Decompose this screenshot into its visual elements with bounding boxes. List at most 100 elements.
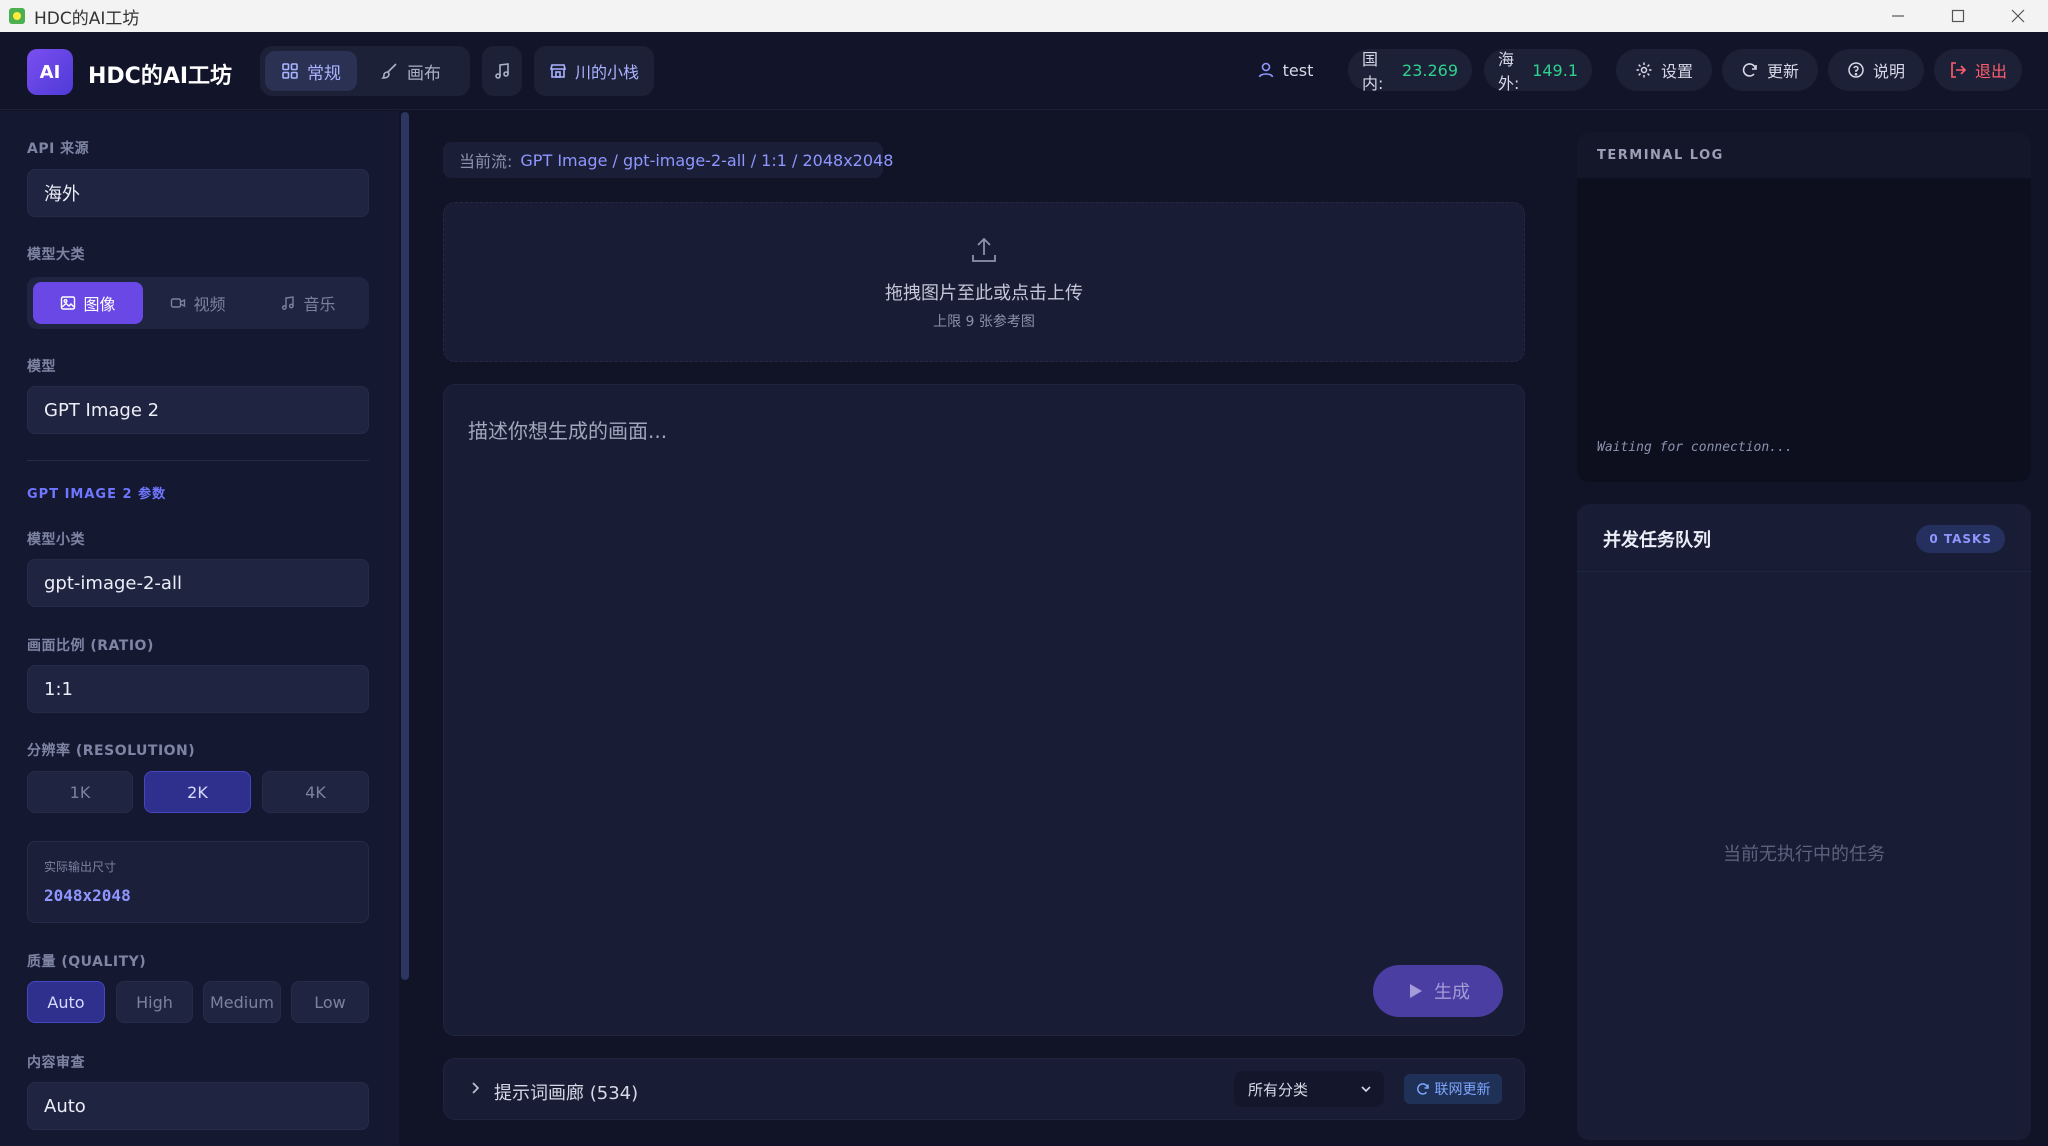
- prompt-panel: 生成: [443, 384, 1525, 1036]
- task-queue-header: 并发任务队列 0 TASKS: [1577, 504, 2031, 572]
- output-size-box: 实际输出尺寸 2048x2048: [27, 841, 369, 923]
- quality-auto-button[interactable]: Auto: [27, 981, 105, 1023]
- store-icon: [549, 64, 567, 78]
- overseas-balance: 海外: 149.1: [1484, 49, 1592, 93]
- model-label: 模型: [27, 359, 56, 375]
- category-video-label: 视频: [193, 295, 226, 314]
- upload-title: 拖拽图片至此或点击上传: [885, 283, 1083, 304]
- close-window-button[interactable]: [1988, 0, 2048, 32]
- model-category-segment: 图像 视频 音乐: [27, 277, 369, 329]
- refresh-icon: [1416, 1083, 1429, 1095]
- window-title: HDC的AI工坊: [34, 8, 140, 29]
- output-size-label: 实际输出尺寸: [44, 860, 117, 874]
- category-music-label: 音乐: [303, 295, 336, 314]
- store-label: 川的小栈: [574, 63, 639, 82]
- logout-icon: [1951, 62, 1967, 78]
- model-select[interactable]: GPT Image 2: [27, 386, 369, 434]
- resolution-4k-button[interactable]: 4K: [262, 771, 369, 813]
- category-image-button[interactable]: 图像: [33, 282, 143, 324]
- task-queue-title: 并发任务队列: [1603, 530, 1711, 551]
- category-music-button[interactable]: 音乐: [253, 282, 363, 324]
- prompt-gallery-toggle[interactable]: 提示词画廊 (534): [494, 1079, 638, 1105]
- current-flow-path: GPT Image / gpt-image-2-all / 1:1 / 2048…: [520, 150, 894, 170]
- model-category-label: 模型大类: [27, 247, 85, 263]
- image-upload-dropzone[interactable]: 拖拽图片至此或点击上传 上限 9 张参考图: [443, 202, 1525, 362]
- ratio-select[interactable]: 1:1: [27, 665, 369, 713]
- params-section-title: GPT IMAGE 2 参数: [27, 487, 167, 502]
- current-flow-breadcrumb: 当前流: GPT Image / gpt-image-2-all / 1:1 /…: [443, 142, 893, 178]
- chevron-right-icon[interactable]: [468, 1081, 482, 1095]
- quality-medium-button[interactable]: Medium: [203, 981, 281, 1023]
- grid-icon: [282, 63, 298, 79]
- user-indicator[interactable]: test: [1240, 49, 1330, 91]
- domestic-balance-value: 23.269: [1402, 60, 1458, 80]
- overseas-balance-label: 海外:: [1498, 50, 1520, 93]
- api-source-label: API 来源: [27, 141, 90, 157]
- terminal-title: TERMINAL LOG: [1577, 132, 2031, 178]
- tab-canvas[interactable]: 画布: [365, 51, 457, 91]
- music-tab-button[interactable]: [482, 46, 522, 96]
- video-icon: [171, 298, 186, 308]
- output-size-value: 2048x2048: [44, 886, 131, 905]
- submodel-label: 模型小类: [27, 532, 85, 548]
- upload-subtitle: 上限 9 张参考图: [933, 314, 1035, 330]
- category-filter-select[interactable]: 所有分类: [1234, 1071, 1384, 1107]
- music-icon: [282, 296, 295, 310]
- brush-icon: [381, 63, 397, 79]
- help-label: 说明: [1872, 62, 1905, 81]
- window-titlebar: HDC的AI工坊: [0, 0, 2048, 32]
- app-logo: AI: [27, 49, 73, 95]
- prompt-input[interactable]: [468, 415, 1498, 955]
- nav-tab-group: 常规 画布: [260, 46, 470, 96]
- upload-icon: [972, 237, 996, 262]
- logout-label: 退出: [1974, 62, 2007, 81]
- tab-general-label: 常规: [307, 63, 341, 84]
- store-button[interactable]: 川的小栈: [534, 46, 654, 96]
- minimize-button[interactable]: [1868, 0, 1928, 32]
- prompt-gallery-bar: 提示词画廊 (534) 所有分类 联网更新: [443, 1058, 1525, 1120]
- chevron-down-icon: [1361, 1086, 1371, 1093]
- minimize-icon: [1892, 15, 1904, 17]
- update-button[interactable]: 更新: [1722, 49, 1818, 91]
- quality-low-button[interactable]: Low: [291, 981, 369, 1023]
- app-icon: [9, 8, 25, 24]
- resolution-label: 分辨率 (RESOLUTION): [27, 743, 196, 759]
- current-flow-label: 当前流:: [459, 152, 513, 171]
- app-header: AI HDC的AI工坊 常规 画布 川的小栈 test 国内: 23.269 海…: [0, 32, 2048, 110]
- generate-button[interactable]: 生成: [1373, 965, 1503, 1017]
- gear-icon: [1636, 62, 1652, 78]
- sidebar-divider: [27, 460, 369, 461]
- domestic-balance: 国内: 23.269: [1348, 49, 1472, 93]
- help-button[interactable]: 说明: [1828, 49, 1924, 91]
- category-filter-value: 所有分类: [1248, 1080, 1309, 1099]
- submodel-select[interactable]: gpt-image-2-all: [27, 559, 369, 607]
- ratio-label: 画面比例 (RATIO): [27, 638, 154, 654]
- play-icon: [1410, 984, 1422, 998]
- moderation-select[interactable]: Auto: [27, 1082, 369, 1130]
- user-icon: [1258, 62, 1273, 78]
- quality-high-button[interactable]: High: [116, 981, 193, 1023]
- brand-name: HDC的AI工坊: [88, 64, 233, 89]
- task-queue-panel: 并发任务队列 0 TASKS 当前无执行中的任务: [1577, 504, 2031, 1140]
- resolution-1k-button[interactable]: 1K: [27, 771, 133, 813]
- category-video-button[interactable]: 视频: [143, 282, 253, 324]
- api-source-select[interactable]: 海外: [27, 169, 369, 217]
- domestic-balance-label: 国内:: [1362, 50, 1384, 93]
- maximize-icon: [1951, 9, 1965, 23]
- tab-canvas-label: 画布: [407, 63, 441, 84]
- logout-button[interactable]: 退出: [1934, 49, 2022, 91]
- resolution-2k-button[interactable]: 2K: [144, 771, 251, 813]
- image-icon: [61, 296, 76, 310]
- help-icon: [1848, 62, 1864, 78]
- tab-general[interactable]: 常规: [265, 51, 357, 91]
- terminal-log-panel: TERMINAL LOG Waiting for connection...: [1577, 132, 2031, 482]
- music-icon: [495, 63, 509, 79]
- task-count-badge: 0 TASKS: [1916, 525, 2005, 553]
- generate-label: 生成: [1434, 982, 1470, 1003]
- settings-button[interactable]: 设置: [1616, 49, 1712, 91]
- sidebar-scrollbar-thumb[interactable]: [401, 112, 409, 980]
- quality-label: 质量 (QUALITY): [27, 954, 147, 970]
- online-update-button[interactable]: 联网更新: [1404, 1074, 1502, 1104]
- overseas-balance-value: 149.1: [1532, 60, 1578, 80]
- maximize-button[interactable]: [1928, 0, 1988, 32]
